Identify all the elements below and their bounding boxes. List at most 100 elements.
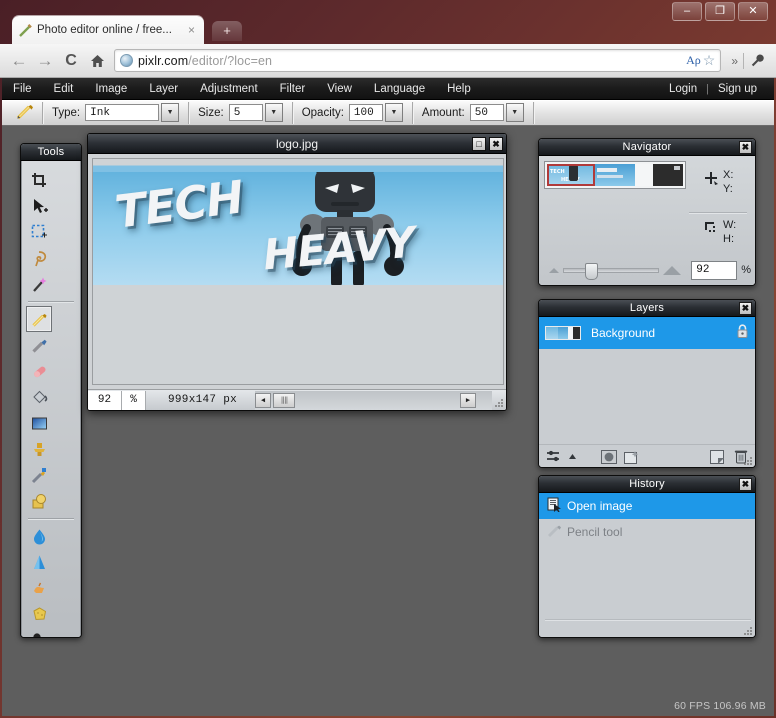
paint-bucket-tool-icon[interactable]: [26, 384, 52, 410]
history-close-button[interactable]: ✖: [739, 478, 752, 491]
menu-adjustment[interactable]: Adjustment: [189, 78, 269, 100]
bookmark-star-icon[interactable]: ☆: [703, 52, 716, 69]
image-window-titlebar[interactable]: logo.jpg □ ✖: [88, 134, 506, 154]
layers-resize-grip[interactable]: [744, 457, 753, 466]
signup-link[interactable]: Sign up: [709, 78, 766, 100]
layer-style-button[interactable]: [600, 449, 617, 464]
layer-settings-arrow-icon[interactable]: [568, 449, 576, 464]
layer-thumbnail: [545, 326, 581, 340]
smudge-tool-icon[interactable]: [26, 462, 52, 488]
option-amount-value[interactable]: 50: [469, 104, 504, 121]
new-tab-button[interactable]: +: [212, 21, 242, 41]
tab-close-icon[interactable]: ×: [185, 23, 198, 37]
navigator-panel-title: Navigator ✖: [539, 139, 755, 156]
option-opacity-value[interactable]: 100: [348, 104, 383, 121]
login-link[interactable]: Login: [660, 78, 706, 100]
brush-tool-icon[interactable]: [26, 332, 52, 358]
menu-edit[interactable]: Edit: [43, 78, 85, 100]
option-size-value[interactable]: 5: [228, 104, 263, 121]
option-size-label: Size:: [198, 106, 224, 119]
zoom-in-icon[interactable]: [663, 265, 682, 275]
back-icon[interactable]: ←: [6, 48, 32, 74]
dodge-tool-icon[interactable]: [26, 627, 52, 637]
canvas-zoom-value[interactable]: 92: [88, 390, 122, 410]
tool-grid-select: [22, 165, 80, 299]
navigator-xy-labels: X: Y:: [723, 168, 733, 196]
forward-icon[interactable]: →: [32, 48, 58, 74]
sponge-tool-icon[interactable]: [26, 601, 52, 627]
sharpen-tool-icon[interactable]: [26, 549, 52, 575]
zoom-out-icon[interactable]: [549, 267, 559, 273]
layer-item-background[interactable]: Background: [539, 317, 755, 349]
option-amount-dropdown-icon[interactable]: ▼: [505, 103, 524, 122]
wand-select-tool-icon[interactable]: [26, 271, 52, 297]
navigator-size: W: H:: [705, 218, 736, 246]
canvas-zoom-unit: %: [122, 390, 146, 410]
blur-tool-icon[interactable]: [26, 523, 52, 549]
image-maximize-button[interactable]: □: [472, 137, 486, 151]
history-entry-pencil-tool[interactable]: Pencil tool: [539, 519, 755, 545]
navigator-zoom-input[interactable]: 92: [691, 260, 738, 280]
image-window-resize-grip[interactable]: [495, 399, 504, 408]
option-type-value[interactable]: Ink: [85, 104, 160, 121]
image-close-button[interactable]: ✖: [489, 137, 503, 151]
zoom-slider-handle[interactable]: [584, 262, 598, 280]
overflow-chevron-icon[interactable]: »: [726, 54, 743, 68]
wrench-menu-icon[interactable]: [744, 48, 770, 74]
home-icon[interactable]: [84, 48, 110, 74]
marquee-select-tool-icon[interactable]: [26, 219, 52, 245]
eraser-tool-icon[interactable]: [26, 358, 52, 384]
url-path: /editor/?loc=en: [188, 53, 273, 68]
menu-file[interactable]: File: [2, 78, 43, 100]
navigator-panel: Navigator ✖ TECH HEAVY: [538, 138, 756, 286]
layer-settings-button[interactable]: [545, 449, 562, 464]
reload-icon[interactable]: C: [58, 48, 84, 74]
performance-status: 60 FPS 106.96 MB: [674, 700, 766, 712]
menu-layer[interactable]: Layer: [138, 78, 189, 100]
canvas-area[interactable]: TECH HEAVY: [88, 154, 506, 389]
pencil-tool-icon[interactable]: [26, 306, 52, 332]
layer-mask-button[interactable]: [623, 449, 640, 464]
navigator-thumbnail[interactable]: TECH HEAVY: [545, 162, 685, 188]
browser-window: – ❐ ✕ Photo editor online / free... × + …: [0, 0, 776, 718]
horizontal-scrollbar[interactable]: ◀ ‖‖ ▶: [255, 390, 492, 410]
pencil-icon: [547, 523, 567, 541]
doodle-tool-icon[interactable]: [26, 575, 52, 601]
option-opacity-label: Opacity:: [301, 106, 344, 119]
drawing-tool-icon[interactable]: [26, 488, 52, 514]
clone-stamp-tool-icon[interactable]: [26, 436, 52, 462]
lasso-tool-icon[interactable]: [26, 245, 52, 271]
navigator-view-rectangle[interactable]: [547, 164, 595, 186]
new-layer-button[interactable]: [709, 449, 726, 464]
crop-tool-icon[interactable]: [26, 167, 52, 193]
option-size-dropdown-icon[interactable]: ▼: [264, 103, 283, 122]
navigator-y-label: Y:: [723, 183, 733, 195]
history-footer-divider: [545, 619, 751, 620]
scroll-left-button[interactable]: ◀: [255, 392, 272, 408]
menu-image[interactable]: Image: [84, 78, 138, 100]
history-title-text: History: [629, 478, 665, 490]
scroll-right-button[interactable]: ▶: [460, 392, 476, 408]
address-bar[interactable]: pixlr.com/editor/?loc=en Aρ ☆: [114, 49, 722, 72]
gradient-tool-icon[interactable]: [26, 410, 52, 436]
lock-icon[interactable]: [736, 324, 749, 342]
tab-strip: Photo editor online / free... × +: [0, 16, 776, 44]
navigator-close-button[interactable]: ✖: [739, 141, 752, 154]
history-entry-open-image[interactable]: Open image: [539, 493, 755, 519]
canvas[interactable]: TECH HEAVY: [92, 158, 504, 385]
option-type-dropdown-icon[interactable]: ▼: [161, 103, 180, 122]
menu-view[interactable]: View: [316, 78, 363, 100]
artwork-word-tech: TECH: [112, 172, 246, 239]
browser-tab[interactable]: Photo editor online / free... ×: [12, 16, 204, 44]
zoom-slider-track[interactable]: [563, 262, 660, 280]
translate-icon[interactable]: Aρ: [686, 53, 701, 68]
option-opacity-dropdown-icon[interactable]: ▼: [384, 103, 403, 122]
move-tool-icon[interactable]: [26, 193, 52, 219]
scroll-thumb[interactable]: ‖‖: [273, 392, 296, 408]
history-resize-grip[interactable]: [744, 627, 753, 636]
menu-help[interactable]: Help: [436, 78, 482, 100]
menu-filter[interactable]: Filter: [269, 78, 317, 100]
image-window-statusbar: 92 % 999x147 px ◀ ‖‖ ▶: [88, 389, 506, 410]
layers-close-button[interactable]: ✖: [739, 302, 752, 315]
menu-language[interactable]: Language: [363, 78, 436, 100]
